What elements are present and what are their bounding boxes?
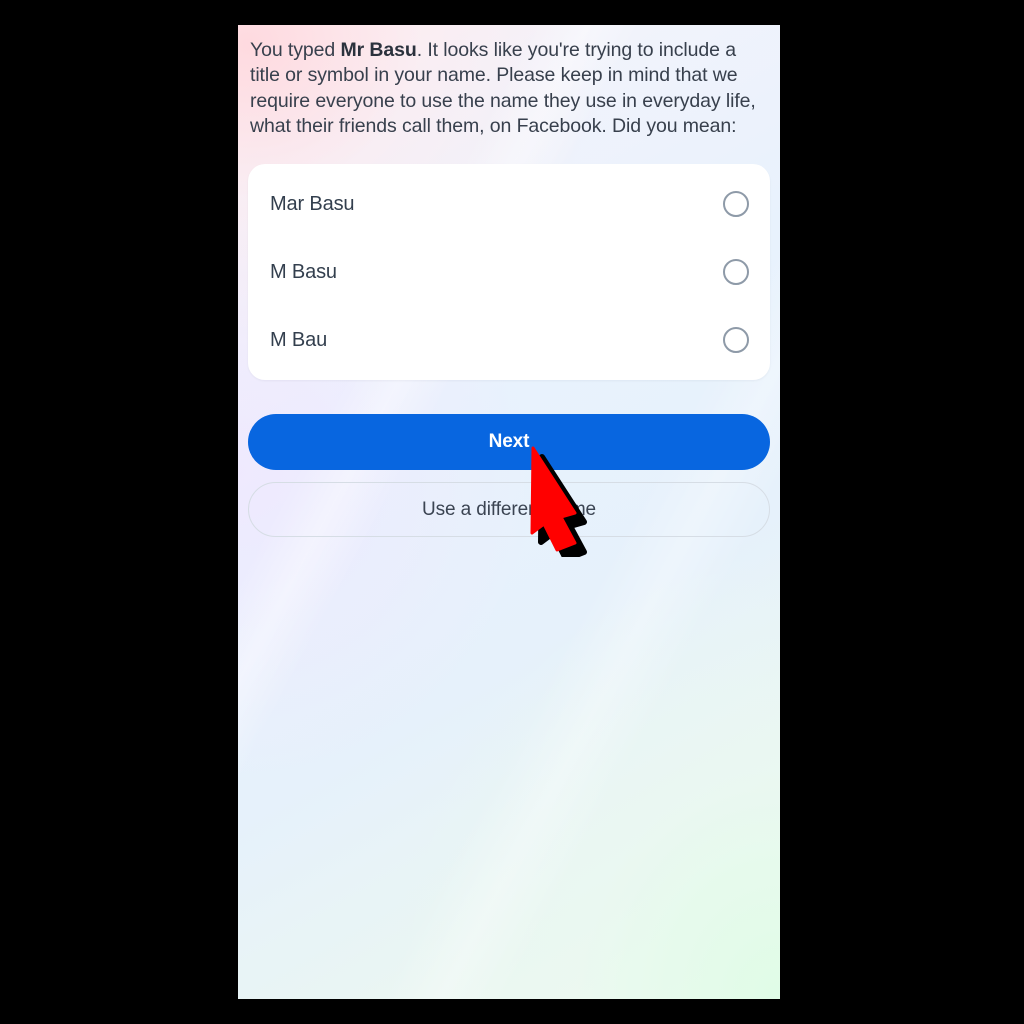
- radio-button-icon[interactable]: [723, 327, 749, 354]
- facebook-name-confirmation-screen: You typed Mr Basu. It looks like you're …: [238, 25, 780, 999]
- screenshot-stage: You typed Mr Basu. It looks like you're …: [0, 0, 1024, 1024]
- use-different-name-button[interactable]: Use a different name: [248, 482, 770, 538]
- option-row-mar-basu[interactable]: Mar Basu: [248, 170, 770, 238]
- radio-button-icon[interactable]: [723, 259, 749, 286]
- name-suggestions-card: Mar Basu M Basu M Bau: [248, 164, 770, 381]
- option-label: M Basu: [270, 260, 337, 283]
- option-label: M Bau: [270, 328, 328, 351]
- intro-prefix: You typed: [250, 39, 341, 61]
- typed-name-highlight: Mr Basu: [340, 39, 417, 61]
- radio-button-icon[interactable]: [723, 191, 749, 218]
- option-label: Mar Basu: [270, 192, 355, 215]
- option-row-m-basu[interactable]: M Basu: [248, 238, 770, 306]
- name-policy-message: You typed Mr Basu. It looks like you're …: [248, 38, 770, 139]
- next-button[interactable]: Next: [248, 414, 770, 471]
- option-row-m-bau[interactable]: M Bau: [248, 306, 770, 374]
- screen-content: You typed Mr Basu. It looks like you're …: [238, 38, 780, 538]
